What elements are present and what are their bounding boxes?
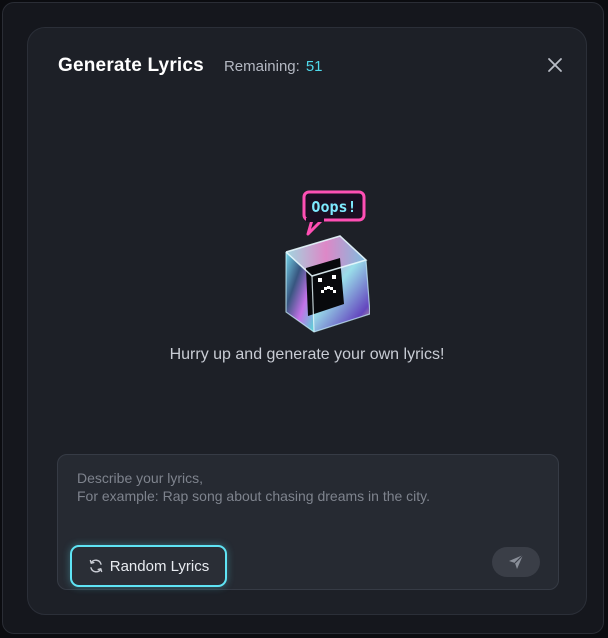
glass-cube (285, 235, 371, 333)
close-icon (548, 58, 562, 72)
send-icon (509, 554, 524, 569)
remaining-label: Remaining: (223, 57, 300, 75)
dialog-header: Generate Lyrics Remaining: 51 (58, 54, 562, 78)
generate-lyrics-dialog: Generate Lyrics Remaining: 51 Oops! Hurr… (27, 27, 587, 615)
random-lyrics-button-content: Random Lyrics (88, 558, 209, 575)
send-button[interactable] (492, 547, 540, 577)
app-frame: Generate Lyrics Remaining: 51 Oops! Hurr… (2, 2, 604, 634)
oops-badge-text: Oops! (311, 198, 356, 216)
remaining-counter: Remaining: 51 (224, 58, 323, 75)
sad-cube-illustration: Oops! (248, 164, 371, 334)
lyrics-description-input[interactable] (77, 469, 537, 529)
random-lyrics-button[interactable]: Random Lyrics (70, 545, 227, 587)
oops-speech-badge: Oops! (302, 190, 366, 236)
random-lyrics-label: Random Lyrics (109, 557, 210, 575)
remaining-count: 51 (305, 57, 323, 75)
dialog-title: Generate Lyrics (58, 55, 204, 76)
close-button[interactable] (544, 54, 566, 76)
lyrics-composer: Random Lyrics (57, 454, 559, 590)
refresh-icon (89, 559, 103, 573)
empty-state-message: Hurry up and generate your own lyrics! (169, 346, 445, 363)
